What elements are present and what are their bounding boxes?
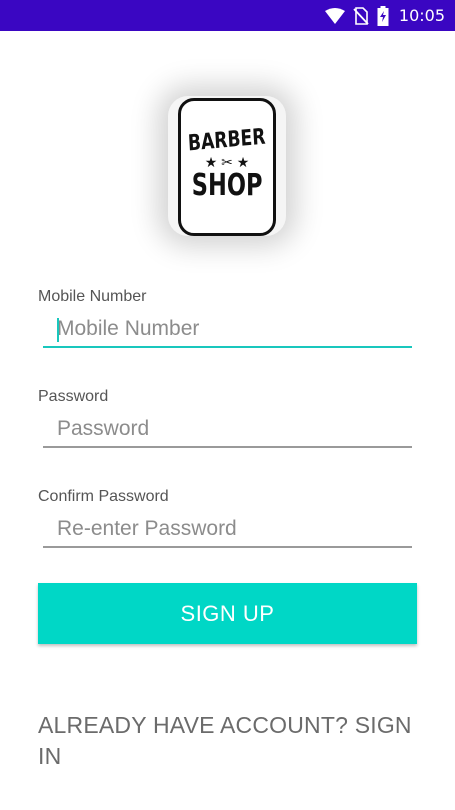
sign-in-link[interactable]: ALREADY HAVE ACCOUNT? SIGN IN <box>38 710 428 772</box>
status-bar: 10:05 <box>0 0 455 31</box>
confirm-password-label: Confirm Password <box>38 488 169 505</box>
logo-text-barber: BARBER <box>187 124 267 156</box>
scissors-icon: ★ ✂ ★ <box>204 153 250 170</box>
text-cursor <box>57 318 59 342</box>
sign-up-button[interactable]: SIGN UP <box>38 583 417 644</box>
mobile-number-input[interactable] <box>43 312 412 348</box>
confirm-password-input[interactable] <box>43 512 412 548</box>
mobile-number-label: Mobile Number <box>38 288 147 305</box>
password-label: Password <box>38 388 109 405</box>
password-input[interactable] <box>43 412 412 448</box>
logo-text-shop: SHOP <box>191 167 263 203</box>
logo-badge: BARBER ★ ✂ ★ SHOP <box>178 98 276 236</box>
wifi-icon <box>324 7 345 24</box>
battery-charging-icon <box>377 5 389 26</box>
barber-shop-logo: BARBER ★ ✂ ★ SHOP <box>150 82 304 250</box>
status-time: 10:05 <box>398 6 445 25</box>
no-sim-icon <box>353 6 369 25</box>
